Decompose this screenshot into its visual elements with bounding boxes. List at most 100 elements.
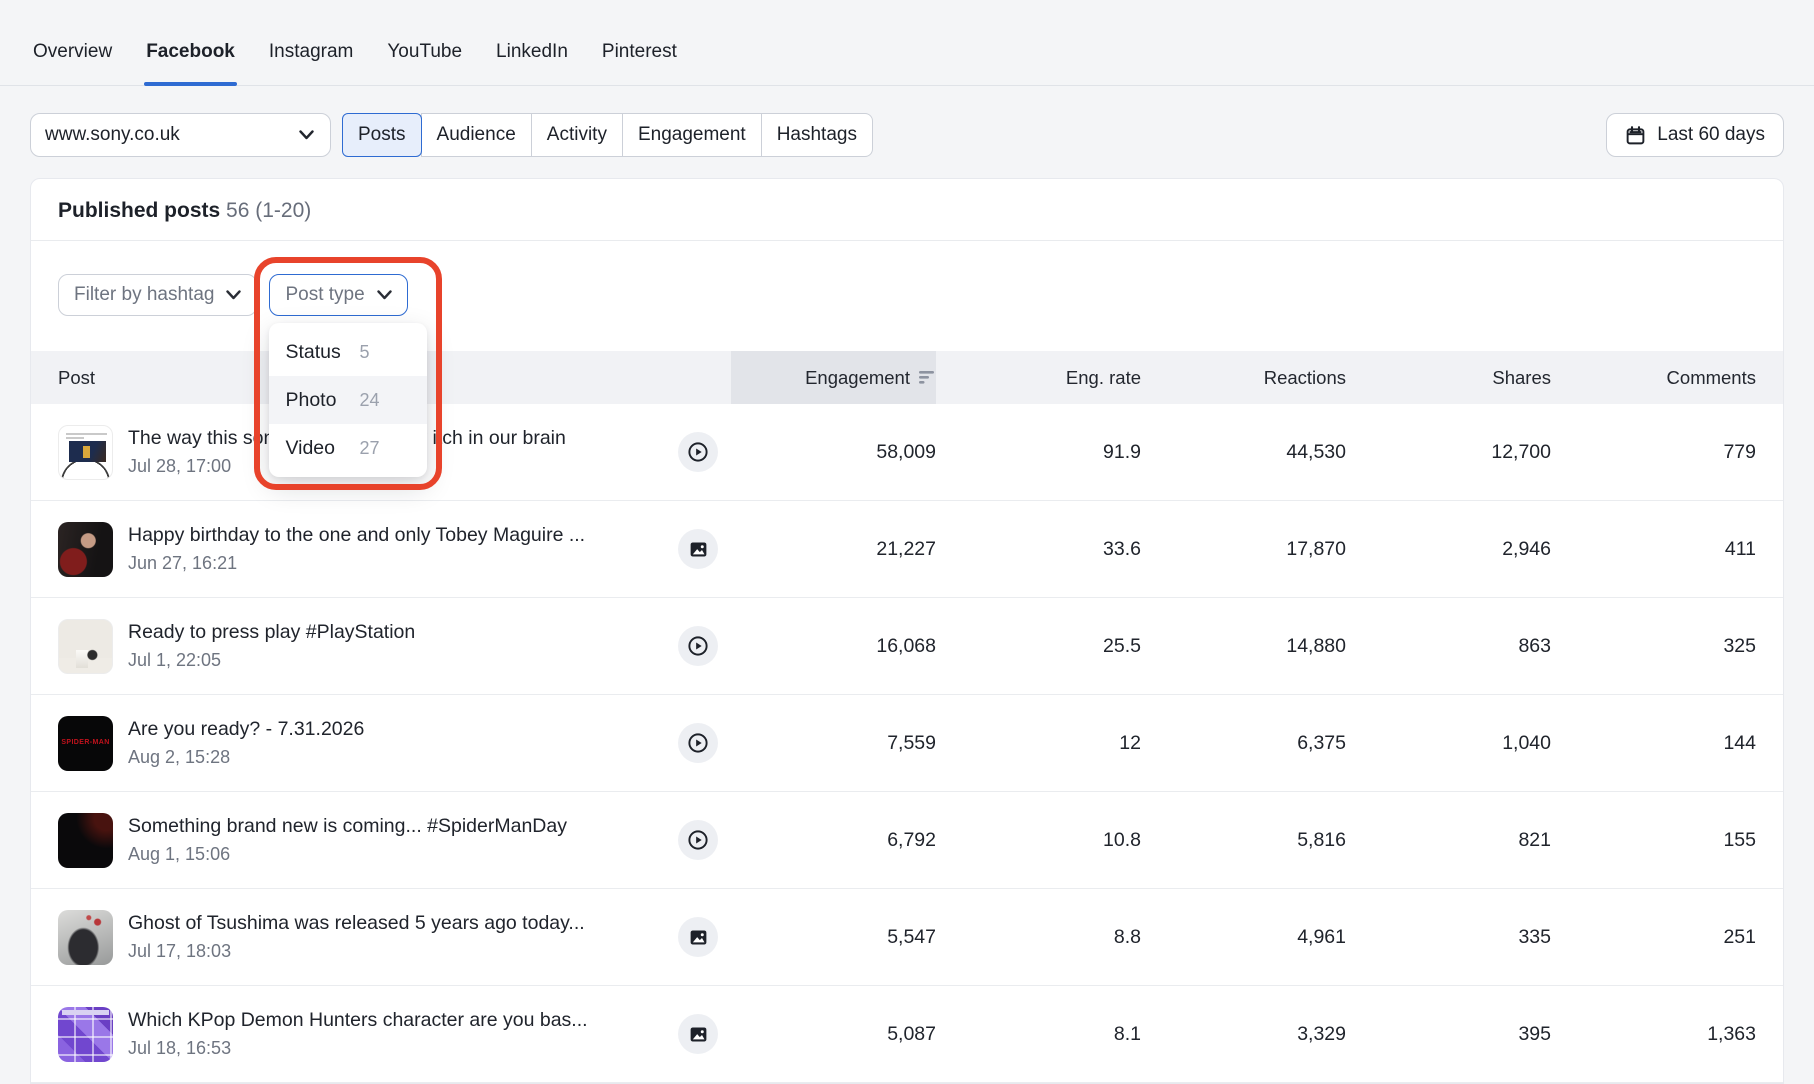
post-date: Aug 2, 15:28 <box>128 747 663 768</box>
channel-nav: Overview Facebook Instagram YouTube Link… <box>0 0 1814 86</box>
table-row[interactable]: Ghost of Tsushima was released 5 years a… <box>31 889 1783 986</box>
post-text: Are you ready? - 7.31.2026 Aug 2, 15:28 <box>128 718 663 768</box>
chevron-down-icon <box>299 130 314 140</box>
video-play-icon <box>678 626 718 666</box>
engagement-value: 5,547 <box>731 926 936 949</box>
sort-desc-icon <box>919 370 936 385</box>
video-play-icon <box>678 432 718 472</box>
post-type-menu: Status 5 Photo 24 Video 27 <box>269 323 427 477</box>
eng-rate-value: 33.6 <box>936 538 1141 561</box>
photo-icon <box>678 917 718 957</box>
engagement-value: 21,227 <box>731 538 936 561</box>
post-type-label: Post type <box>285 284 364 306</box>
table-row[interactable]: Which KPop Demon Hunters character are y… <box>31 986 1783 1083</box>
date-range-button[interactable]: Last 60 days <box>1606 113 1784 157</box>
posts-table-body: The way this song scratches every itch i… <box>31 404 1783 1083</box>
post-date: Aug 1, 15:06 <box>128 844 663 865</box>
comments-value: 411 <box>1551 538 1756 561</box>
comments-value: 779 <box>1551 441 1756 464</box>
menu-item-photo[interactable]: Photo 24 <box>269 376 427 424</box>
post-cell: Ghost of Tsushima was released 5 years a… <box>31 910 731 965</box>
post-text: Ready to press play #PlayStation Jul 1, … <box>128 621 663 671</box>
post-text: Happy birthday to the one and only Tobey… <box>128 524 663 574</box>
photo-icon <box>678 1014 718 1054</box>
post-cell: Happy birthday to the one and only Tobey… <box>31 522 731 577</box>
nav-tab-instagram[interactable]: Instagram <box>267 41 355 85</box>
shares-value: 12,700 <box>1346 441 1551 464</box>
tab-posts[interactable]: Posts <box>342 113 422 157</box>
post-title: Happy birthday to the one and only Tobey… <box>128 524 663 547</box>
shares-value: 335 <box>1346 926 1551 949</box>
shares-value: 2,946 <box>1346 538 1551 561</box>
nav-tab-pinterest[interactable]: Pinterest <box>600 41 679 85</box>
column-header-reactions[interactable]: Reactions <box>1141 367 1346 389</box>
shares-value: 395 <box>1346 1023 1551 1046</box>
tab-engagement[interactable]: Engagement <box>622 113 762 157</box>
post-thumbnail: SPIDER-MAN <box>58 716 113 771</box>
tab-activity[interactable]: Activity <box>531 113 623 157</box>
post-date: Jun 27, 16:21 <box>128 553 663 574</box>
tab-hashtags[interactable]: Hashtags <box>761 113 873 157</box>
post-type-button[interactable]: Post type <box>269 274 407 316</box>
menu-item-label: Photo <box>285 389 359 412</box>
menu-item-status[interactable]: Status 5 <box>269 328 427 376</box>
tab-audience[interactable]: Audience <box>421 113 532 157</box>
nav-tab-overview[interactable]: Overview <box>31 41 114 85</box>
eng-rate-value: 25.5 <box>936 635 1141 658</box>
card-title: Published posts 56 (1-20) <box>31 179 1783 241</box>
engagement-value: 7,559 <box>731 732 936 755</box>
column-header-eng-rate[interactable]: Eng. rate <box>936 367 1141 389</box>
column-header-shares[interactable]: Shares <box>1346 367 1551 389</box>
engagement-value: 5,087 <box>731 1023 936 1046</box>
shares-value: 1,040 <box>1346 732 1551 755</box>
post-date: Jul 17, 18:03 <box>128 941 663 962</box>
nav-tab-youtube[interactable]: YouTube <box>385 41 464 85</box>
column-header-engagement[interactable]: Engagement <box>731 351 936 404</box>
reactions-value: 44,530 <box>1141 441 1346 464</box>
filter-row: Filter by hashtag Post type Status 5 Pho… <box>31 241 1783 316</box>
eng-rate-value: 8.1 <box>936 1023 1141 1046</box>
reactions-value: 3,329 <box>1141 1023 1346 1046</box>
nav-tab-facebook[interactable]: Facebook <box>144 41 237 85</box>
post-title: Something brand new is coming... #Spider… <box>128 815 663 838</box>
thumbnail-text: SPIDER-MAN <box>61 739 109 747</box>
post-title: Ready to press play #PlayStation <box>128 621 663 644</box>
post-thumbnail <box>58 522 113 577</box>
date-range-label: Last 60 days <box>1657 124 1765 146</box>
comments-value: 325 <box>1551 635 1756 658</box>
eng-rate-value: 91.9 <box>936 441 1141 464</box>
table-row[interactable]: Happy birthday to the one and only Tobey… <box>31 501 1783 598</box>
column-header-comments[interactable]: Comments <box>1551 367 1756 389</box>
card-title-text: Published posts <box>58 199 220 222</box>
engagement-value: 6,792 <box>731 829 936 852</box>
chevron-down-icon <box>377 290 392 300</box>
menu-item-video[interactable]: Video 27 <box>269 424 427 472</box>
post-thumbnail <box>58 619 113 674</box>
table-row[interactable]: Ready to press play #PlayStation Jul 1, … <box>31 598 1783 695</box>
table-row[interactable]: SPIDER-MAN Are you ready? - 7.31.2026 Au… <box>31 695 1783 792</box>
eng-rate-value: 10.8 <box>936 829 1141 852</box>
post-type-dropdown: Post type Status 5 Photo 24 Video 27 <box>269 274 407 316</box>
controls-row: www.sony.co.uk Posts Audience Activity E… <box>30 113 1784 157</box>
chevron-down-icon <box>226 290 241 300</box>
menu-item-count: 27 <box>359 438 379 459</box>
table-row[interactable]: Something brand new is coming... #Spider… <box>31 792 1783 889</box>
post-text: Something brand new is coming... #Spider… <box>128 815 663 865</box>
video-play-icon <box>678 820 718 860</box>
post-date: Jul 1, 22:05 <box>128 650 663 671</box>
filter-by-hashtag-button[interactable]: Filter by hashtag <box>58 274 257 316</box>
published-posts-card: Published posts 56 (1-20) Filter by hash… <box>30 178 1784 1084</box>
site-selector[interactable]: www.sony.co.uk <box>30 113 331 157</box>
menu-item-label: Status <box>285 341 359 364</box>
section-tabs: Posts Audience Activity Engagement Hasht… <box>342 113 873 157</box>
posts-count: 56 <box>226 199 249 222</box>
shares-value: 821 <box>1346 829 1551 852</box>
post-date: Jul 18, 16:53 <box>128 1038 663 1059</box>
shares-value: 863 <box>1346 635 1551 658</box>
nav-tab-linkedin[interactable]: LinkedIn <box>494 41 570 85</box>
filter-by-hashtag-label: Filter by hashtag <box>74 284 214 306</box>
posts-range: (1-20) <box>255 199 311 222</box>
menu-item-count: 5 <box>359 342 369 363</box>
post-thumbnail <box>58 910 113 965</box>
post-cell: Which KPop Demon Hunters character are y… <box>31 1007 731 1062</box>
